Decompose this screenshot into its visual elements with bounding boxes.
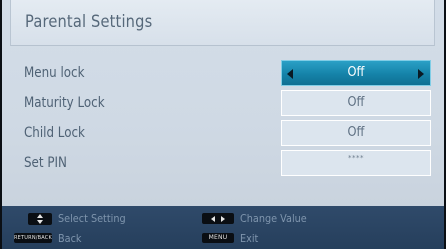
setting-label: Set PIN (24, 155, 67, 171)
parental-settings-panel: Parental Settings Menu lock Off Maturity… (2, 0, 444, 206)
setting-label: Child Lock (24, 125, 85, 141)
setting-row-maturity-lock[interactable]: Maturity Lock Off (2, 90, 444, 118)
return-back-key-icon: RETURN/BACK (14, 233, 52, 243)
setting-row-menu-lock[interactable]: Menu lock Off (2, 60, 444, 88)
menu-key-icon: MENU (202, 233, 234, 243)
setting-value: Off (347, 65, 365, 80)
back-hint: Back (58, 232, 82, 245)
setting-row-child-lock[interactable]: Child Lock Off (2, 120, 444, 148)
exit-hint: Exit (240, 232, 259, 245)
setting-row-set-pin[interactable]: Set PIN **** (2, 150, 444, 178)
footer-help-bar: Select Setting Change Value RETURN/BACK … (2, 206, 444, 249)
arrow-right-icon[interactable] (418, 69, 424, 79)
select-setting-hint: Select Setting (58, 212, 126, 225)
change-value-hint: Change Value (240, 212, 307, 225)
menu-lock-value-selector[interactable]: Off (281, 60, 431, 86)
setting-label: Menu lock (24, 65, 85, 81)
setting-value: Off (347, 125, 365, 140)
pin-entry-field[interactable]: **** (281, 150, 431, 176)
tv-screen: Parental Settings Menu lock Off Maturity… (0, 0, 446, 249)
left-right-key-icon (202, 213, 234, 224)
setting-label: Maturity Lock (24, 95, 105, 111)
maturity-lock-value-selector[interactable]: Off (281, 90, 431, 116)
title-bar: Parental Settings (10, 0, 435, 46)
up-down-key-icon (28, 213, 52, 225)
page-title: Parental Settings (25, 12, 153, 32)
child-lock-value-selector[interactable]: Off (281, 120, 431, 146)
setting-value: Off (347, 95, 365, 110)
pin-mask: **** (348, 154, 364, 162)
